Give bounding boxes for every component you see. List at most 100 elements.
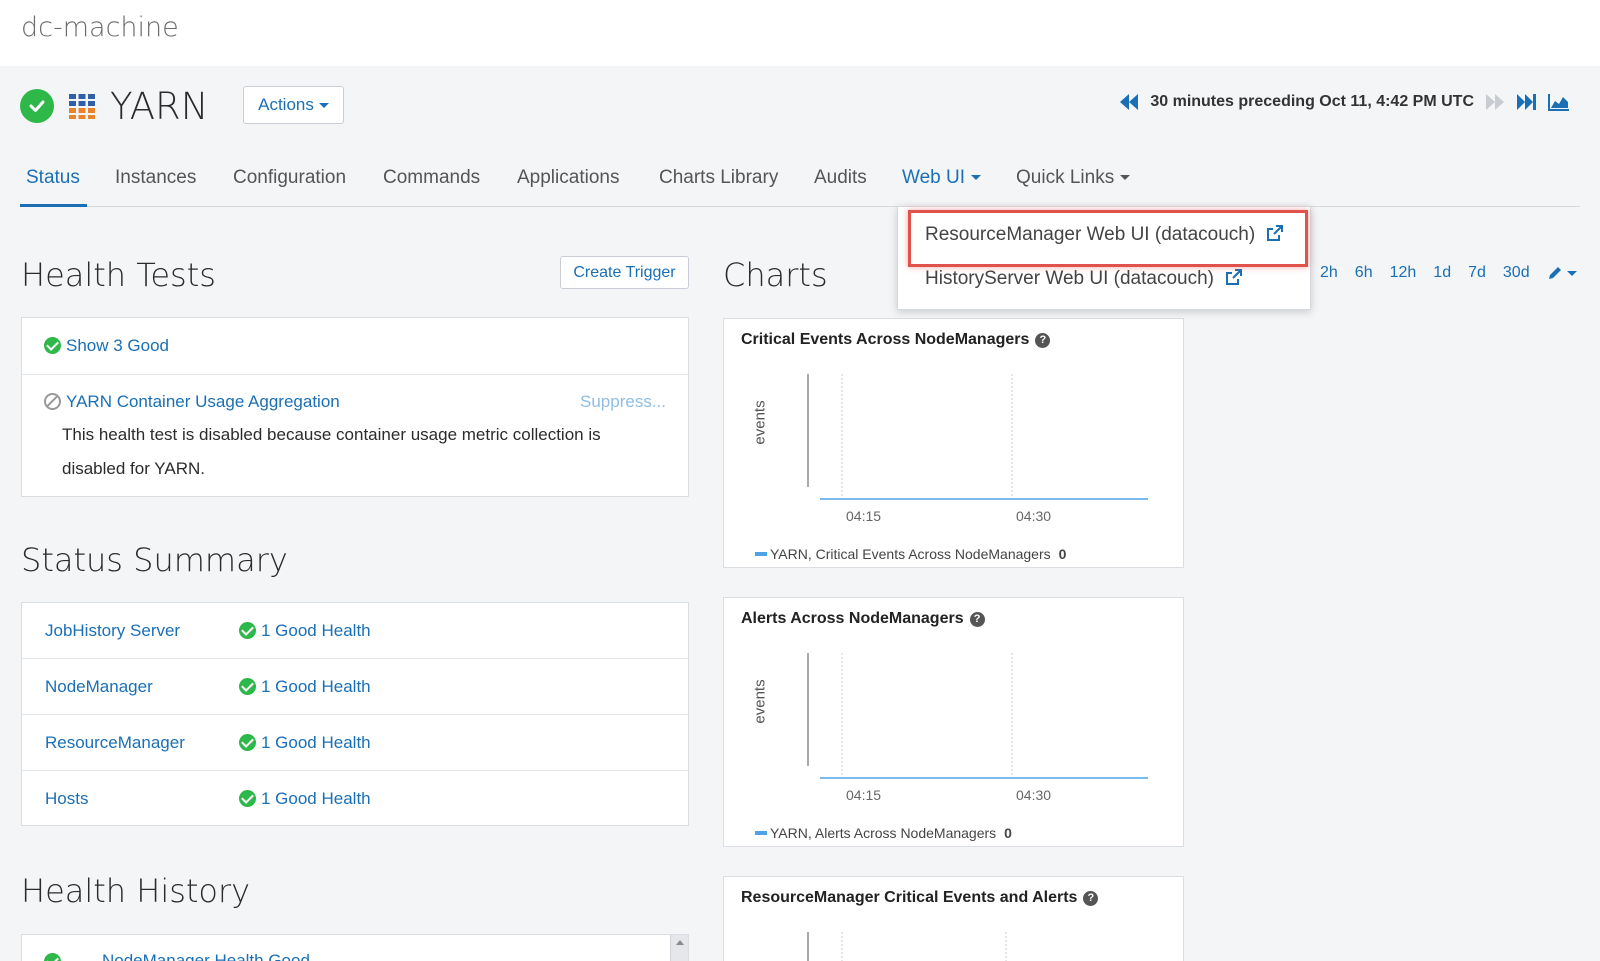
create-trigger-button[interactable]: Create Trigger [560, 256, 689, 289]
chart-plot-area[interactable] [724, 598, 1185, 848]
legend-value: 0 [1004, 825, 1012, 841]
status-row-jobhistory: JobHistory Server 1 Good Health [22, 603, 688, 659]
role-link-hosts[interactable]: Hosts [45, 789, 88, 809]
service-title: YARN [110, 84, 209, 128]
range-1d[interactable]: 1d [1433, 264, 1451, 282]
show-good-link[interactable]: Show 3 Good [44, 336, 169, 356]
tab-commands[interactable]: Commands [383, 167, 480, 189]
chart-alerts: Alerts Across NodeManagers? events 04:15… [723, 597, 1184, 847]
good-check-icon [239, 622, 256, 639]
chart-legend: YARN, Alerts Across NodeManagers 0 [755, 825, 1012, 841]
good-check-icon [44, 953, 61, 961]
status-summary-panel: JobHistory Server 1 Good Health NodeMana… [21, 602, 689, 826]
chart-critical-events: Critical Events Across NodeManagers? eve… [723, 318, 1184, 568]
disabled-test-description-2: disabled for YARN. [62, 459, 205, 478]
charts-title: Charts [723, 256, 828, 294]
tab-web-ui-label: Web UI [902, 167, 966, 188]
range-7d[interactable]: 7d [1468, 264, 1486, 282]
tab-quick-links[interactable]: Quick Links [1016, 167, 1131, 189]
x-tick-label: 04:15 [846, 787, 882, 803]
menu-item-historyserver-web-ui[interactable]: HistoryServer Web UI (datacouch) [925, 268, 1243, 290]
actions-button[interactable]: Actions [243, 86, 344, 124]
legend-swatch [755, 831, 767, 835]
tab-configuration[interactable]: Configuration [233, 167, 346, 189]
range-6h[interactable]: 6h [1355, 264, 1373, 282]
status-row-nodemanager: NodeManager 1 Good Health [22, 659, 688, 715]
good-check-icon [239, 734, 256, 751]
external-link-icon [1267, 225, 1284, 241]
caret-down-icon [971, 175, 982, 181]
skip-to-now-icon[interactable] [1516, 92, 1538, 112]
health-link-resourcemanager[interactable]: 1 Good Health [239, 733, 371, 753]
tab-instances[interactable]: Instances [115, 167, 196, 189]
tab-audits[interactable]: Audits [814, 167, 867, 189]
legend-swatch [755, 552, 767, 556]
health-link-jobhistory[interactable]: 1 Good Health [239, 621, 371, 641]
health-label: 1 Good Health [261, 789, 371, 808]
tab-applications[interactable]: Applications [517, 167, 619, 189]
time-range-text[interactable]: 30 minutes preceding Oct 11, 4:42 PM UTC [1150, 93, 1474, 111]
forward-icon [1484, 92, 1506, 112]
show-good-label: Show 3 Good [66, 336, 170, 355]
chart-resourcemanager-events: ResourceManager Critical Events and Aler… [723, 876, 1184, 961]
health-link-nodemanager[interactable]: 1 Good Health [239, 677, 371, 697]
external-link-icon [1226, 269, 1243, 285]
x-tick-label: 04:15 [846, 508, 882, 524]
legend-label: YARN, Alerts Across NodeManagers [770, 825, 997, 841]
tab-charts-library[interactable]: Charts Library [659, 167, 778, 189]
chart-plot-area[interactable] [724, 319, 1185, 569]
service-tabs: Status Instances Configuration Commands … [20, 155, 1580, 207]
web-ui-dropdown-menu: ResourceManager Web UI (datacouch) Histo… [897, 206, 1311, 310]
yarn-service-icon [69, 94, 95, 119]
actions-label: Actions [258, 95, 314, 114]
status-row-resourcemanager: ResourceManager 1 Good Health [22, 715, 688, 771]
host-name: dc-machine [21, 12, 179, 43]
suppress-link[interactable]: Suppress... [580, 392, 666, 412]
status-row-hosts: Hosts 1 Good Health [22, 771, 688, 827]
disabled-icon [44, 393, 61, 410]
disabled-test-description-1: This health test is disabled because con… [62, 425, 601, 444]
time-range-bar: 30 minutes preceding Oct 11, 4:42 PM UTC [1118, 92, 1570, 112]
tab-status[interactable]: Status [26, 167, 80, 189]
caret-down-icon [1566, 270, 1577, 276]
history-item-link[interactable]: NodeManager Health Good [102, 951, 310, 961]
health-history-scrollbar[interactable] [670, 935, 688, 961]
range-2h[interactable]: 2h [1320, 264, 1338, 282]
range-30d[interactable]: 30d [1503, 264, 1530, 282]
active-tab-indicator [20, 204, 87, 207]
x-tick-label: 04:30 [1016, 508, 1052, 524]
chart-plot-area[interactable] [724, 877, 1185, 961]
tab-web-ui[interactable]: Web UI [902, 167, 982, 189]
chart-area-icon[interactable] [1548, 92, 1570, 112]
good-check-icon [44, 337, 61, 354]
service-status-good-icon [20, 89, 54, 123]
caret-down-icon [318, 102, 329, 108]
role-link-resourcemanager[interactable]: ResourceManager [45, 733, 185, 753]
health-label: 1 Good Health [261, 733, 371, 752]
health-history-panel: NodeManager Health Good [21, 934, 689, 961]
legend-value: 0 [1058, 546, 1067, 562]
good-check-icon [239, 790, 256, 807]
menu-item-label: HistoryServer Web UI (datacouch) [925, 268, 1214, 289]
health-label: 1 Good Health [261, 677, 371, 696]
menu-item-label: ResourceManager Web UI (datacouch) [925, 224, 1256, 245]
disabled-test-name: YARN Container Usage Aggregation [66, 392, 340, 411]
show-good-row: Show 3 Good [22, 318, 688, 375]
range-12h[interactable]: 12h [1390, 264, 1417, 282]
tab-quick-links-label: Quick Links [1016, 167, 1115, 188]
health-history-title: Health History [21, 872, 251, 910]
role-link-jobhistory[interactable]: JobHistory Server [45, 621, 180, 641]
disabled-test-row: YARN Container Usage Aggregation Suppres… [22, 375, 688, 498]
rewind-icon[interactable] [1118, 92, 1140, 112]
menu-item-resourcemanager-web-ui[interactable]: ResourceManager Web UI (datacouch) [925, 224, 1284, 246]
caret-down-icon [1120, 175, 1131, 181]
chart-legend: YARN, Critical Events Across NodeManager… [755, 546, 1066, 562]
edit-charts-icon[interactable] [1547, 265, 1577, 281]
role-link-nodemanager[interactable]: NodeManager [45, 677, 153, 697]
top-bar: dc-machine [0, 0, 1600, 66]
disabled-test-link[interactable]: YARN Container Usage Aggregation [44, 392, 340, 412]
legend-label: YARN, Critical Events Across NodeManager… [770, 546, 1051, 562]
health-tests-title: Health Tests [21, 256, 216, 294]
service-header: YARN [20, 84, 209, 128]
health-link-hosts[interactable]: 1 Good Health [239, 789, 371, 809]
